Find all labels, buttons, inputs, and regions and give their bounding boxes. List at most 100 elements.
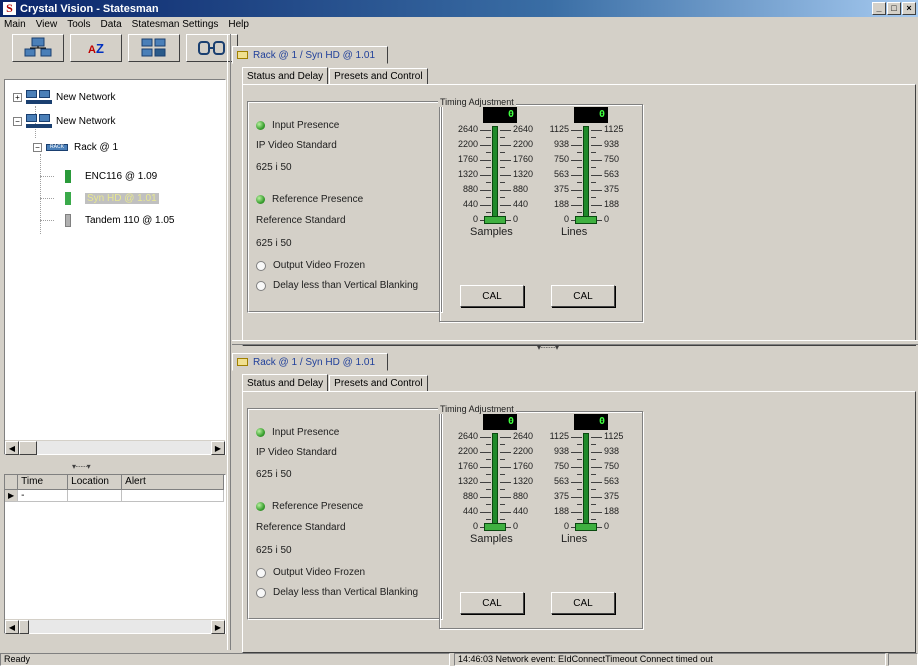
cell-alert xyxy=(121,489,225,502)
column-header-time[interactable]: Time xyxy=(17,475,69,490)
tab-status-and-delay[interactable]: Status and Delay xyxy=(242,374,329,392)
samples-tick-label-left: 2200 xyxy=(457,139,478,149)
network-view-button[interactable] xyxy=(12,34,64,62)
lines-tick-label-left: 188 xyxy=(553,199,569,209)
lines-tick-label-left: 375 xyxy=(553,184,569,194)
samples-slider-thumb[interactable] xyxy=(484,216,506,224)
tree-node-synhd[interactable]: Syn HD @ 1.01 xyxy=(65,191,159,205)
tab-presets-and-control[interactable]: Presets and Control xyxy=(329,68,428,85)
device-title-tab[interactable]: Rack @ 1 / Syn HD @ 1.01 xyxy=(232,46,388,64)
timing-adjustment-legend: Timing Adjustment xyxy=(438,97,516,107)
lines-cal-button[interactable]: CAL xyxy=(551,592,615,614)
tree-node-rack[interactable]: − RACK Rack @ 1 xyxy=(33,140,118,154)
menu-view[interactable]: View xyxy=(36,19,58,30)
reference-presence-label: Reference Presence xyxy=(272,501,364,512)
lines-tick-label-right: 188 xyxy=(604,199,620,209)
menu-statesman-settings[interactable]: Statesman Settings xyxy=(132,19,219,30)
lines-cal-button[interactable]: CAL xyxy=(551,285,615,307)
samples-tick-label-right: 2200 xyxy=(513,139,534,149)
input-presence-led-icon xyxy=(256,121,265,130)
pane-splitter[interactable] xyxy=(232,340,918,345)
cell-time: - xyxy=(17,489,69,502)
lines-tick-label-left: 1125 xyxy=(549,431,569,441)
column-header-location[interactable]: Location xyxy=(67,475,123,490)
network-tree[interactable]: + New Network − New Network − RACK Rack … xyxy=(4,79,226,455)
tree-node-label: Tandem 110 @ 1.05 xyxy=(85,214,175,226)
samples-cal-button[interactable]: CAL xyxy=(460,592,524,614)
tab-status-and-delay[interactable]: Status and Delay xyxy=(242,67,329,85)
scroll-right-button[interactable]: ▶ xyxy=(211,620,225,634)
menu-data[interactable]: Data xyxy=(101,19,122,30)
device-pane-top: Rack @ 1 / Syn HD @ 1.01 Status and Delay… xyxy=(232,46,918,346)
status-group: Input Presence IP Video Standard 625 i 50 R… xyxy=(247,408,443,620)
device-grid-button[interactable] xyxy=(128,34,180,62)
lines-slider-thumb[interactable] xyxy=(575,523,597,531)
panel-splitter[interactable] xyxy=(227,34,231,650)
folder-icon xyxy=(237,358,248,366)
samples-slider-track[interactable] xyxy=(492,433,498,529)
folder-icon xyxy=(237,51,248,59)
lines-slider-track[interactable] xyxy=(583,126,589,222)
lines-slider-thumb[interactable] xyxy=(575,216,597,224)
tree-node-enc116[interactable]: ENC116 @ 1.09 xyxy=(65,169,157,183)
ip-video-standard-value: 625 i 50 xyxy=(256,162,292,173)
output-video-frozen-label: Output Video Frozen xyxy=(273,260,366,271)
column-header-alert[interactable]: Alert xyxy=(121,475,225,490)
tree-node-network-1[interactable]: + New Network xyxy=(13,90,115,104)
scroll-left-button[interactable]: ◀ xyxy=(5,620,19,634)
samples-slider-thumb[interactable] xyxy=(484,523,506,531)
lines-tick-label-left: 188 xyxy=(553,506,569,516)
scroll-right-button[interactable]: ▶ xyxy=(211,441,225,455)
tree-node-network-2[interactable]: − New Network xyxy=(13,114,115,128)
status-group: Input Presence IP Video Standard 625 i 50 R… xyxy=(247,101,443,313)
reference-presence-led-icon xyxy=(256,502,265,511)
samples-cal-button[interactable]: CAL xyxy=(460,285,524,307)
table-row[interactable]: ▶ - xyxy=(5,489,225,502)
tree-horizontal-scrollbar[interactable]: ◀ ▶ xyxy=(5,440,225,455)
scroll-thumb[interactable] xyxy=(19,441,37,455)
menu-help[interactable]: Help xyxy=(228,19,249,30)
menu-tools[interactable]: Tools xyxy=(67,19,90,30)
expand-toggle[interactable]: + xyxy=(13,92,22,102)
menu-main[interactable]: Main xyxy=(4,19,26,30)
device-title-tab[interactable]: Rack @ 1 / Syn HD @ 1.01 xyxy=(232,353,388,371)
alerts-horizontal-scrollbar[interactable]: ◀ ▶ xyxy=(5,619,225,634)
scroll-left-button[interactable]: ◀ xyxy=(5,441,19,455)
menu-bar: Main View Tools Data Statesman Settings … xyxy=(0,17,918,32)
row-pointer-icon: ▶ xyxy=(5,489,19,502)
status-bar: Ready 14:46:03 Network event: EIdConnect… xyxy=(0,652,918,666)
maximize-button[interactable]: □ xyxy=(887,2,901,15)
lines-tick-label-right: 938 xyxy=(604,446,620,456)
device-title: Rack @ 1 / Syn HD @ 1.01 xyxy=(253,49,376,61)
window-controls: _ □ × xyxy=(872,2,916,15)
samples-tick-label-left: 1320 xyxy=(457,476,478,486)
tab-presets-and-control[interactable]: Presets and Control xyxy=(329,375,428,392)
close-button[interactable]: × xyxy=(902,2,916,15)
lines-readout: 0 xyxy=(574,107,608,123)
status-message: 14:46:03 Network event: EIdConnectTimeou… xyxy=(454,653,886,666)
row-indicator-header xyxy=(5,475,19,490)
input-presence-label: Input Presence xyxy=(272,427,340,438)
samples-slider-track[interactable] xyxy=(492,126,498,222)
sort-az-button[interactable]: AZ xyxy=(70,34,122,62)
lines-tick-label-right: 375 xyxy=(604,491,620,501)
scroll-thumb[interactable] xyxy=(19,620,29,634)
reference-standard-value: 625 i 50 xyxy=(256,545,292,556)
pane-splitter-grip[interactable]: ▾·········▾ xyxy=(537,343,559,352)
vertical-splitter-grip[interactable]: ▾·······▾ xyxy=(72,462,91,471)
network-icon xyxy=(26,88,52,106)
alert-log[interactable]: Time Location Alert ▶ - ◀ ▶ xyxy=(4,474,226,634)
lines-slider-track[interactable] xyxy=(583,433,589,529)
card-icon xyxy=(65,169,71,183)
samples-tick-label-left: 0 xyxy=(472,214,478,224)
tree-node-tandem110[interactable]: Tandem 110 @ 1.05 xyxy=(65,213,174,227)
collapse-toggle[interactable]: − xyxy=(13,116,22,126)
output-video-frozen-indicator-icon xyxy=(256,260,266,271)
tree-node-label-selected: Syn HD @ 1.01 xyxy=(85,192,159,204)
device-pane-bottom: Rack @ 1 / Syn HD @ 1.01 Status and Delay… xyxy=(232,353,918,653)
samples-tick-label-right: 1760 xyxy=(513,461,534,471)
samples-tick-label-right: 2640 xyxy=(513,124,534,134)
collapse-toggle[interactable]: − xyxy=(33,142,42,152)
tree-node-label: ENC116 @ 1.09 xyxy=(85,170,158,182)
minimize-button[interactable]: _ xyxy=(872,2,886,15)
